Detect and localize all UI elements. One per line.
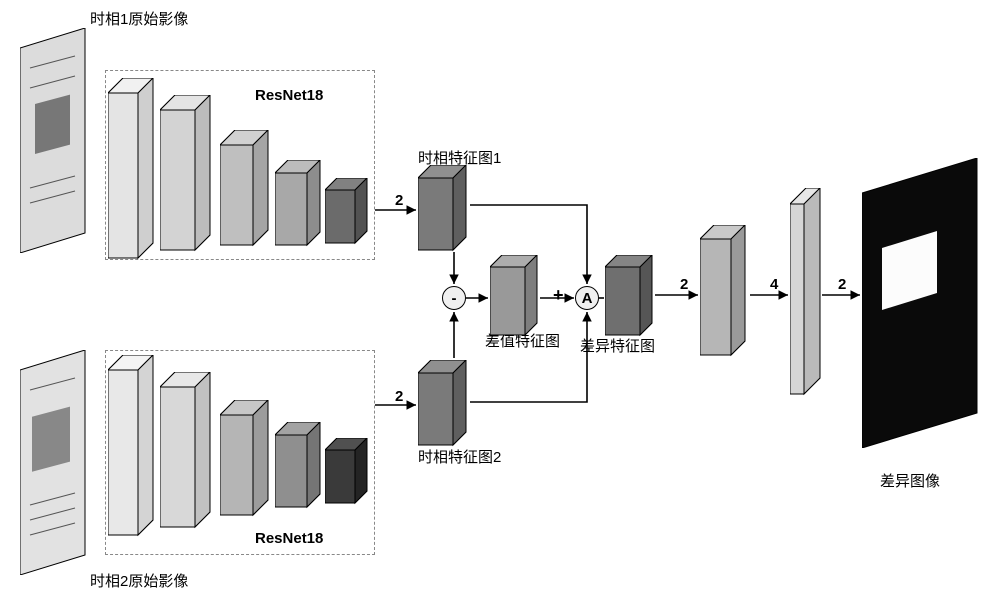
- var-feat-block: [605, 255, 660, 345]
- output-panel: [862, 158, 992, 453]
- decoder-block-2: [790, 188, 830, 403]
- input-image-2: [20, 350, 110, 580]
- resnet2-stage5: [325, 438, 373, 513]
- feat1-block: [418, 165, 473, 260]
- decoder-block-1: [700, 225, 755, 365]
- minus-op: -: [442, 286, 466, 310]
- resnet2-stage2: [160, 372, 215, 537]
- upsample-num-5: 2: [838, 276, 846, 293]
- resnet1-stage4: [275, 160, 325, 255]
- label-input1: 时相1原始影像: [90, 8, 188, 29]
- resnet2-stage4: [275, 422, 325, 517]
- attn-op: A: [575, 286, 599, 310]
- upsample-num-4: 4: [770, 276, 778, 293]
- upsample-num-1: 2: [395, 192, 403, 209]
- resnet2-stage1: [108, 355, 163, 545]
- diff-feat-block: [490, 255, 545, 345]
- input-image-1: [20, 28, 110, 258]
- plus-op: +: [553, 285, 564, 306]
- resnet1-stage3: [220, 130, 275, 255]
- upsample-num-3: 2: [680, 276, 688, 293]
- resnet2-stage3: [220, 400, 275, 525]
- resnet1-stage2: [160, 95, 215, 260]
- resnet1-stage5: [325, 178, 373, 253]
- label-output: 差异图像: [880, 470, 940, 491]
- upsample-num-2: 2: [395, 388, 403, 405]
- feat2-block: [418, 360, 473, 455]
- resnet1-stage1: [108, 78, 163, 268]
